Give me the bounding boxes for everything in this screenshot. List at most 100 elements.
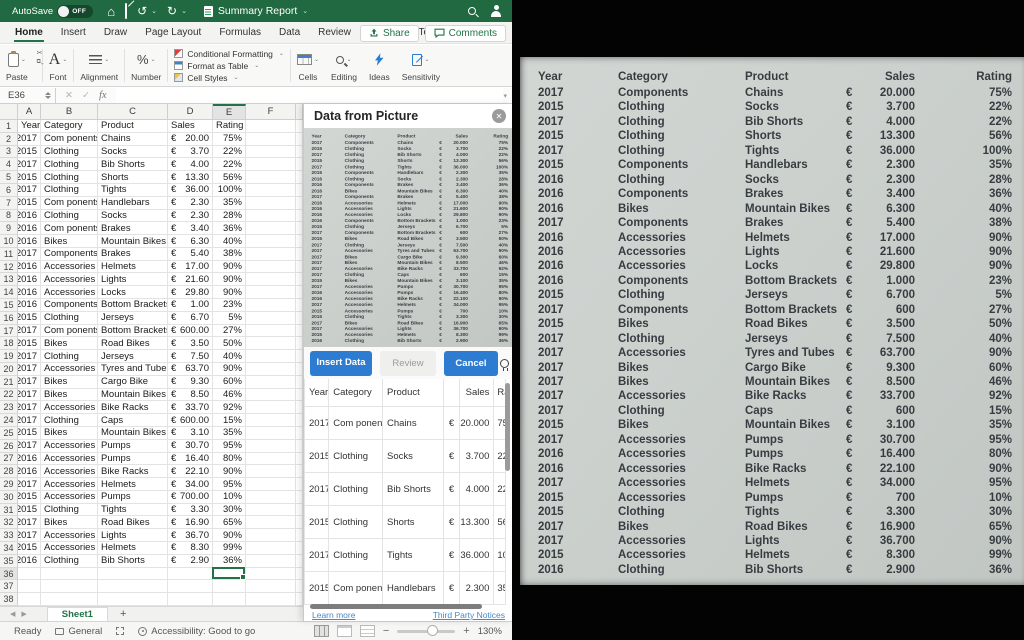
cell[interactable]: Locks bbox=[98, 286, 168, 299]
tab-page-layout[interactable]: Page Layout bbox=[136, 23, 210, 42]
review-button[interactable]: Review bbox=[380, 351, 436, 376]
third-party-notices-link[interactable]: Third Party Notices bbox=[433, 610, 505, 620]
cell[interactable]: Helmets bbox=[98, 542, 168, 555]
tab-home[interactable]: Home bbox=[6, 23, 52, 42]
cell[interactable]: €7.50 bbox=[168, 350, 213, 363]
cell[interactable]: €2.90 bbox=[168, 555, 213, 568]
formula-input[interactable] bbox=[116, 88, 504, 103]
cell[interactable]: 2015 bbox=[18, 337, 41, 350]
column-header-e[interactable]: E bbox=[213, 104, 246, 120]
cell[interactable]: Bike Racks bbox=[98, 401, 168, 414]
cell[interactable]: 35% bbox=[213, 427, 246, 440]
cell[interactable]: €4.00 bbox=[168, 158, 213, 171]
cell[interactable]: Components bbox=[41, 299, 98, 312]
cell[interactable]: Bikes bbox=[41, 376, 98, 389]
row-header-14[interactable]: 14 bbox=[0, 286, 18, 299]
cell[interactable]: 2015 bbox=[18, 491, 41, 504]
cell[interactable] bbox=[296, 325, 303, 338]
cell[interactable]: 90% bbox=[213, 529, 246, 542]
cell[interactable] bbox=[98, 593, 168, 606]
cell[interactable]: €2.30 bbox=[168, 210, 213, 223]
table-row[interactable]: 2015ClothingSocks€3.70022% bbox=[304, 440, 506, 473]
cell[interactable] bbox=[246, 414, 296, 427]
cell[interactable]: Road Bikes bbox=[98, 516, 168, 529]
cell[interactable]: Com ponents bbox=[41, 133, 98, 146]
cell[interactable]: 92% bbox=[213, 401, 246, 414]
cell[interactable] bbox=[296, 542, 303, 555]
cell[interactable]: 60% bbox=[213, 376, 246, 389]
cell[interactable]: €600.00 bbox=[168, 325, 213, 338]
cell[interactable]: 2017 bbox=[18, 184, 41, 197]
cell[interactable] bbox=[246, 555, 296, 568]
cell[interactable]: 2017 bbox=[18, 325, 41, 338]
cell[interactable]: Bottom Brackets bbox=[98, 299, 168, 312]
row-header-7[interactable]: 7 bbox=[0, 197, 18, 210]
cell[interactable]: Clothing bbox=[41, 171, 98, 184]
cell[interactable] bbox=[246, 273, 296, 286]
cell[interactable]: 2015 bbox=[18, 197, 41, 210]
cell[interactable]: €16.90 bbox=[168, 516, 213, 529]
cell[interactable]: €6.30 bbox=[168, 235, 213, 248]
ideas-button[interactable]: Ideas bbox=[363, 45, 396, 86]
cell[interactable]: Components bbox=[41, 248, 98, 261]
cell[interactable]: 2017 bbox=[18, 158, 41, 171]
cell[interactable]: 30% bbox=[213, 504, 246, 517]
cell[interactable] bbox=[98, 580, 168, 593]
row-header-1[interactable]: 1 bbox=[0, 120, 18, 133]
name-box[interactable]: E36 bbox=[0, 88, 56, 104]
cell[interactable]: Caps bbox=[98, 414, 168, 427]
row-header-10[interactable]: 10 bbox=[0, 235, 18, 248]
cell[interactable]: 90% bbox=[213, 261, 246, 274]
cell[interactable]: Clothing bbox=[41, 555, 98, 568]
cell[interactable]: Pumps bbox=[98, 491, 168, 504]
cell[interactable]: €36.70 bbox=[168, 529, 213, 542]
cell[interactable] bbox=[296, 171, 303, 184]
cell[interactable]: 2017 bbox=[18, 401, 41, 414]
cell[interactable]: 2017 bbox=[18, 363, 41, 376]
cell[interactable] bbox=[246, 197, 296, 210]
cell[interactable]: 2017 bbox=[18, 350, 41, 363]
cell[interactable]: €63.70 bbox=[168, 363, 213, 376]
cell[interactable]: €30.70 bbox=[168, 440, 213, 453]
learn-more-link[interactable]: Learn more bbox=[312, 610, 355, 620]
cell[interactable] bbox=[18, 580, 41, 593]
cell[interactable]: 2015 bbox=[18, 427, 41, 440]
cell[interactable]: €29.80 bbox=[168, 286, 213, 299]
cell[interactable]: €3.30 bbox=[168, 504, 213, 517]
zoom-out-button[interactable]: − bbox=[383, 625, 389, 637]
cell[interactable]: 2017 bbox=[18, 414, 41, 427]
cell[interactable]: 2016 bbox=[18, 235, 41, 248]
cell[interactable] bbox=[246, 184, 296, 197]
cell[interactable]: Lights bbox=[98, 273, 168, 286]
row-header-26[interactable]: 26 bbox=[0, 440, 18, 453]
row-header-8[interactable]: 8 bbox=[0, 210, 18, 223]
cell[interactable]: €21.60 bbox=[168, 273, 213, 286]
cell[interactable]: Clothing bbox=[41, 414, 98, 427]
cell[interactable] bbox=[296, 337, 303, 350]
row-header-28[interactable]: 28 bbox=[0, 465, 18, 478]
scrollbar-thumb[interactable] bbox=[505, 383, 510, 471]
cell[interactable]: Road Bikes bbox=[98, 337, 168, 350]
cell[interactable] bbox=[168, 593, 213, 606]
row-header-29[interactable]: 29 bbox=[0, 478, 18, 491]
tab-insert[interactable]: Insert bbox=[52, 23, 95, 42]
cell[interactable]: 2016 bbox=[18, 210, 41, 223]
cell[interactable]: Accessories bbox=[41, 491, 98, 504]
autosave-control[interactable]: AutoSave OFF bbox=[12, 5, 93, 18]
cell[interactable] bbox=[296, 184, 303, 197]
row-header-24[interactable]: 24 bbox=[0, 414, 18, 427]
tab-review[interactable]: Review bbox=[309, 23, 360, 42]
cell[interactable] bbox=[246, 516, 296, 529]
cell[interactable]: Jerseys bbox=[98, 312, 168, 325]
cell[interactable]: 90% bbox=[213, 286, 246, 299]
cell[interactable] bbox=[246, 210, 296, 223]
cell[interactable]: 5% bbox=[213, 312, 246, 325]
row-header-13[interactable]: 13 bbox=[0, 273, 18, 286]
zoom-slider-knob[interactable] bbox=[427, 625, 438, 636]
redo-icon[interactable]: ↻ bbox=[167, 5, 177, 17]
row-header-3[interactable]: 3 bbox=[0, 146, 18, 159]
title-chevron-icon[interactable]: ⌄ bbox=[302, 7, 308, 15]
spreadsheet-grid[interactable]: ABCDEF1YearCategoryProductSalesRating220… bbox=[0, 104, 303, 606]
cell[interactable] bbox=[168, 568, 213, 581]
cell[interactable]: 38% bbox=[213, 248, 246, 261]
